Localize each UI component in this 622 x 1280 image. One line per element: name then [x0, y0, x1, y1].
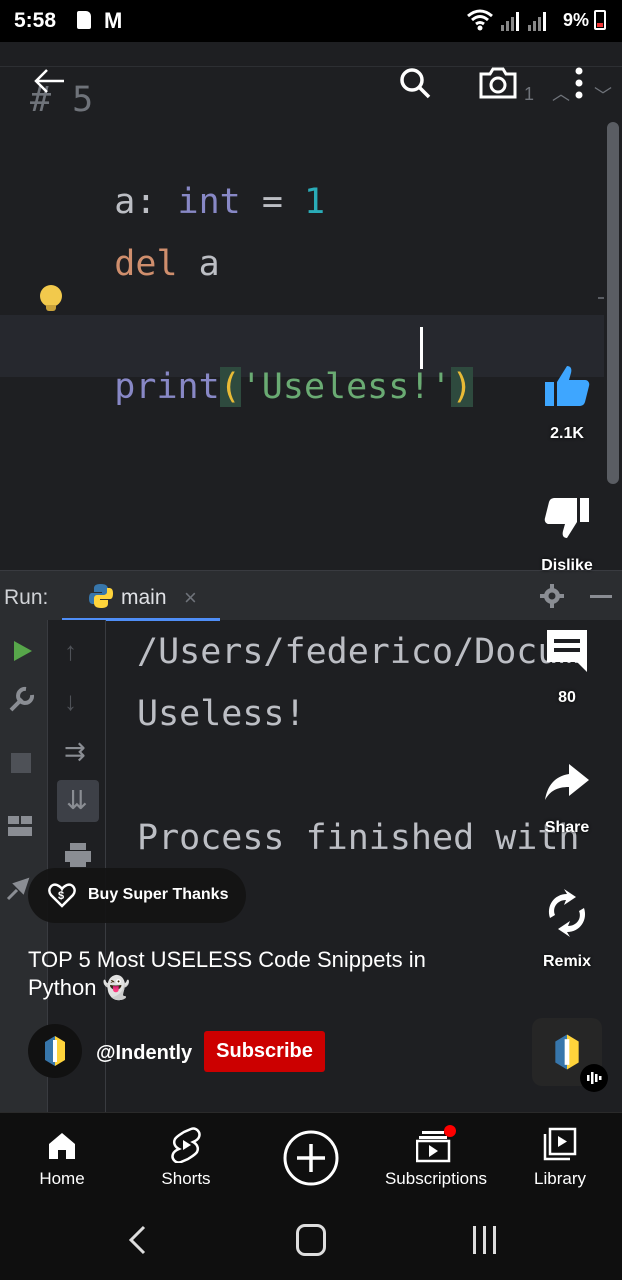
code-line-2: del a — [114, 244, 220, 284]
nav-label: Subscriptions — [384, 1169, 488, 1188]
chevron-down-icon[interactable]: ﹀ — [594, 82, 612, 108]
thumbs-down-icon — [544, 498, 589, 538]
like-button[interactable]: 2.1K — [522, 362, 612, 443]
gear-icon[interactable] — [540, 584, 564, 608]
match-counter: 1 — [524, 84, 535, 104]
wifi-icon — [467, 9, 493, 31]
shorts-icon — [171, 1127, 201, 1163]
comment-count: 80 — [558, 689, 576, 706]
equalizer-icon — [587, 1072, 602, 1084]
share-button[interactable]: Share — [522, 758, 612, 837]
status-time: 5:58 — [14, 9, 57, 32]
dislike-label: Dislike — [541, 557, 593, 574]
signal-icon — [528, 12, 546, 31]
library-icon — [543, 1127, 577, 1161]
soft-wrap-icon[interactable]: ⇉ — [64, 736, 86, 767]
like-count: 2.1K — [550, 425, 584, 442]
text-caret — [420, 327, 423, 369]
audio-badge — [580, 1064, 608, 1092]
super-thanks-button[interactable]: $ Buy Super Thanks — [28, 868, 246, 923]
run-tab-bar: Run: main × — [0, 570, 622, 621]
code-editor: # 5 a: int = 1 del a print('Useless!') 1… — [0, 42, 622, 570]
arrow-up-icon[interactable]: ↑ — [64, 636, 77, 667]
scroll-to-end-button[interactable]: ⇊ — [57, 780, 99, 822]
system-recents-icon[interactable] — [470, 1224, 500, 1256]
super-thanks-label: Buy Super Thanks — [88, 886, 229, 903]
subscribe-button[interactable]: Subscribe — [204, 1031, 325, 1072]
camera-icon[interactable] — [478, 64, 518, 100]
nav-create[interactable] — [266, 1113, 356, 1205]
sd-card-icon — [77, 11, 91, 29]
svg-text:$: $ — [58, 890, 64, 902]
layout-icon[interactable] — [7, 815, 33, 837]
more-options-icon[interactable] — [574, 66, 584, 100]
remix-icon — [548, 889, 586, 937]
bottom-navigation: Home Shorts Subscriptions Library — [0, 1112, 622, 1204]
remix-button[interactable]: Remix — [522, 888, 612, 971]
battery-icon — [594, 10, 606, 30]
super-thanks-icon: $ — [48, 883, 76, 908]
console-line: Process finished with — [137, 818, 580, 858]
nav-label: Library — [534, 1169, 586, 1188]
indently-logo-icon — [555, 1034, 579, 1070]
audio-source-button[interactable] — [532, 1018, 608, 1092]
nav-subscriptions[interactable]: Subscriptions — [376, 1113, 496, 1205]
print-icon[interactable] — [64, 842, 92, 868]
console-line: /Users/federico/Docum — [137, 632, 580, 672]
minimize-icon[interactable] — [590, 595, 612, 598]
nav-label: Shorts — [161, 1169, 211, 1188]
home-icon — [49, 1133, 75, 1159]
stop-icon[interactable] — [11, 753, 31, 773]
search-icon[interactable] — [398, 66, 432, 100]
chevron-up-icon[interactable]: ︿ — [552, 80, 570, 106]
console-line: Useless! — [137, 694, 306, 734]
thumbs-up-icon — [545, 366, 590, 406]
system-navigation-bar — [0, 1204, 622, 1280]
run-label: Run: — [4, 586, 49, 609]
subscriptions-icon — [416, 1125, 456, 1163]
nav-label: Home — [39, 1169, 85, 1188]
share-icon — [545, 764, 589, 800]
code-line-3: print('Useless!') — [114, 367, 473, 407]
comment-icon — [547, 630, 587, 672]
arrow-down-icon[interactable]: ↓ — [64, 686, 77, 717]
wrench-icon[interactable] — [8, 685, 36, 713]
nav-library[interactable]: Library — [515, 1113, 605, 1205]
battery-level: 9% — [563, 10, 590, 30]
channel-avatar[interactable] — [28, 1024, 82, 1078]
share-label: Share — [544, 819, 590, 836]
indently-logo-icon — [45, 1036, 65, 1066]
comments-button[interactable]: 80 — [522, 626, 612, 707]
dislike-button[interactable]: Dislike — [522, 494, 612, 575]
nav-shorts[interactable]: Shorts — [141, 1113, 231, 1205]
lightbulb-icon[interactable] — [40, 285, 62, 311]
system-back-icon[interactable] — [126, 1224, 148, 1256]
tab-main[interactable]: main — [121, 586, 167, 610]
back-arrow-icon[interactable] — [32, 66, 66, 96]
close-tab-icon[interactable]: × — [184, 585, 197, 611]
nav-home[interactable]: Home — [17, 1113, 107, 1205]
system-home-icon[interactable] — [296, 1224, 326, 1256]
python-icon — [89, 584, 113, 608]
status-bar: 5:58 M 9% — [0, 0, 622, 42]
signal-icon — [501, 12, 519, 31]
channel-handle[interactable]: @Indently — [96, 1042, 192, 1065]
video-title[interactable]: TOP 5 Most USELESS Code Snippets in Pyth… — [28, 946, 498, 1002]
run-play-icon[interactable] — [12, 640, 34, 662]
scroll-to-end-icon: ⇊ — [66, 785, 88, 815]
remix-label: Remix — [542, 953, 592, 970]
gmail-icon: M — [104, 8, 123, 33]
create-plus-icon — [283, 1130, 339, 1186]
